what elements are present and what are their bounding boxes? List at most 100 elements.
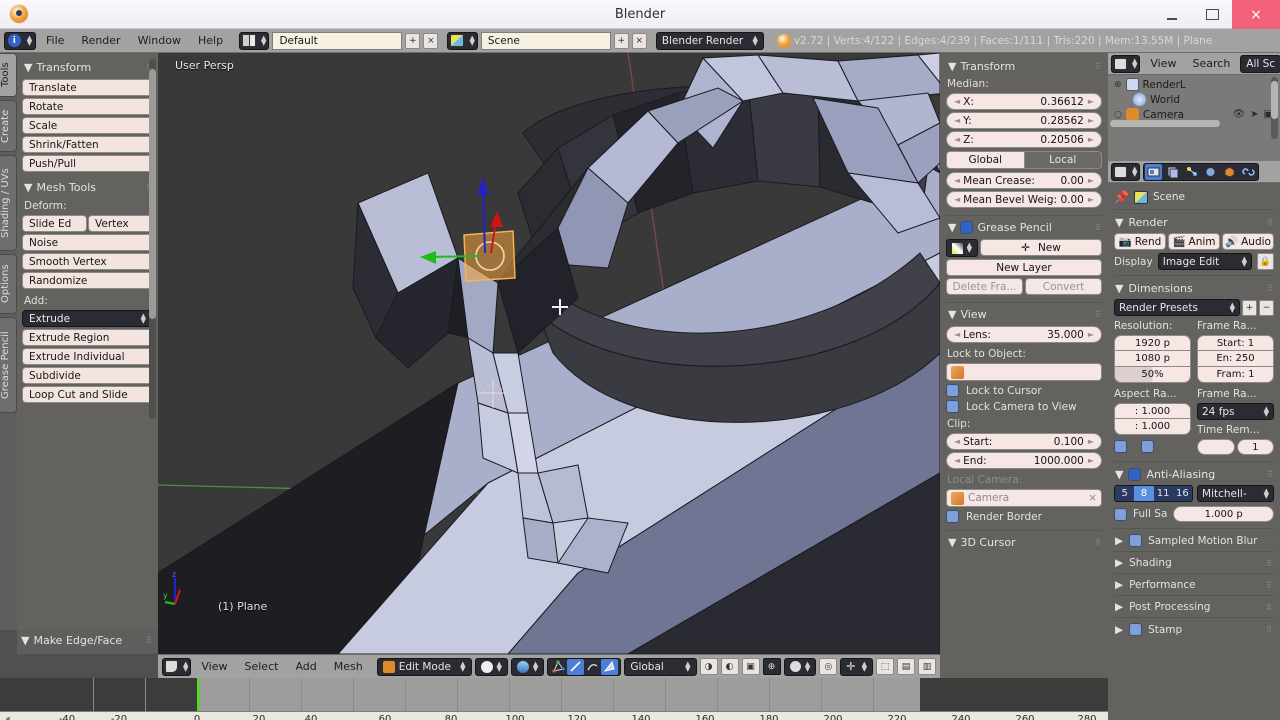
cursor-arrow-icon[interactable]: ➤ xyxy=(1250,109,1258,120)
dimensions-panel-header[interactable]: ▼ Dimensions ⠿ xyxy=(1115,282,1274,295)
lock-to-cursor-checkbox[interactable] xyxy=(946,384,959,397)
median-x-field[interactable]: ◄ X: 0.36612 ► xyxy=(946,93,1102,110)
shrink-fatten-button[interactable]: Shrink/Fatten xyxy=(22,136,153,153)
stamp-panel[interactable]: ▶ Stamp ⠿ xyxy=(1114,617,1274,640)
timeline-editor[interactable]: ◖ -40 -20 0 20 40 60 80 100 120 140 160 … xyxy=(0,678,1108,720)
scene-field[interactable]: Scene xyxy=(480,31,611,50)
outliner-display-mode[interactable]: All Sc xyxy=(1240,54,1280,73)
aa-sample-8[interactable]: 8 xyxy=(1134,486,1154,501)
view-panel-header[interactable]: ▼ View ⠿ xyxy=(948,308,1102,321)
timeline-strip[interactable] xyxy=(0,678,1108,711)
preset-add-button[interactable]: + xyxy=(1242,299,1257,316)
clip-end-field[interactable]: ◄ End: 1000.000 ► xyxy=(946,452,1102,469)
limit-selection-visible-icon[interactable]: ◑ xyxy=(699,658,718,675)
sidebar-item-create[interactable]: Create xyxy=(0,100,17,152)
object-tab-icon[interactable] xyxy=(1221,164,1238,180)
eye-icon[interactable]: 👁 xyxy=(1232,109,1245,120)
vertex-slide-button[interactable]: Vertex xyxy=(88,215,153,232)
transform-panel-header[interactable]: ▼ Transform ⠿ xyxy=(24,61,153,74)
screen-layout-icon[interactable]: ▲ ▼ xyxy=(239,31,270,50)
3d-viewport[interactable]: User Persp (1) Plane z y xyxy=(158,53,940,654)
scene-tab-icon[interactable] xyxy=(1183,164,1200,180)
timeline-handle-icon[interactable]: ◖ xyxy=(5,714,11,720)
shading-panel[interactable]: ▶ Shading ⠿ xyxy=(1114,551,1274,573)
render-presets-select[interactable]: Render Presets ▲ ▼ xyxy=(1114,299,1240,316)
screen-remove-button[interactable]: ⨯ xyxy=(423,32,439,49)
render-border-row[interactable]: Render Border xyxy=(946,510,1102,523)
transform-space-toggle[interactable]: Global Local xyxy=(946,151,1102,169)
aspect-x-field[interactable]: : 1.000 xyxy=(1114,403,1191,419)
grease-pencil-new-layer-button[interactable]: New Layer xyxy=(946,259,1102,276)
aa-filter-size-field[interactable]: 1.000 p xyxy=(1173,506,1274,522)
minimize-icon[interactable] xyxy=(1152,0,1192,29)
snap-magnet-icon[interactable]: ⊕ xyxy=(762,658,781,675)
sidebar-item-tools[interactable]: Tools xyxy=(0,53,17,97)
render-layers-tab-icon[interactable] xyxy=(1164,164,1181,180)
loop-cut-and-slide-button[interactable]: Loop Cut and Slide xyxy=(22,386,153,403)
viewport-menu-view[interactable]: View xyxy=(194,656,234,678)
mean-bevel-weight-field[interactable]: ◄ Mean Bevel Weig: 0.00 ► xyxy=(946,191,1102,208)
lock-to-cursor-row[interactable]: Lock to Cursor xyxy=(946,384,1102,397)
mean-crease-field[interactable]: ◄ Mean Crease: 0.00 ► xyxy=(946,172,1102,189)
sampled-motion-blur-checkbox[interactable] xyxy=(1129,534,1143,547)
select-mode-group[interactable] xyxy=(547,657,622,676)
lock-camera-to-view-row[interactable]: Lock Camera to View xyxy=(946,400,1102,413)
render-opengl-anim-icon[interactable]: ▥ xyxy=(917,658,936,675)
viewport-menu-mesh[interactable]: Mesh xyxy=(327,656,370,678)
rotate-button[interactable]: Rotate xyxy=(22,98,153,115)
slide-edge-button[interactable]: Slide Ed xyxy=(22,215,87,232)
resolution-y-field[interactable]: 1080 p xyxy=(1114,351,1191,367)
menu-render[interactable]: Render xyxy=(74,30,127,52)
outliner-scrollbar[interactable] xyxy=(1271,77,1278,139)
randomize-button[interactable]: Randomize xyxy=(22,272,153,289)
scene-add-button[interactable]: + xyxy=(613,32,629,49)
render-animation-button[interactable]: 🎬 Anim xyxy=(1168,233,1220,250)
resolution-percent-field[interactable]: 50% xyxy=(1114,367,1191,383)
preset-remove-button[interactable]: − xyxy=(1259,299,1274,316)
menu-file[interactable]: File xyxy=(39,30,71,52)
aa-sample-11[interactable]: 11 xyxy=(1153,486,1173,501)
render-tab-icon[interactable] xyxy=(1145,163,1163,180)
full-sample-checkbox[interactable] xyxy=(1114,507,1127,521)
push-pull-button[interactable]: Push/Pull xyxy=(22,155,153,172)
info-editor-icon[interactable]: i ▲ ▼ xyxy=(4,31,36,50)
aspect-y-field[interactable]: : 1.000 xyxy=(1114,419,1191,435)
menu-help[interactable]: Help xyxy=(191,30,230,52)
border-icon[interactable] xyxy=(1114,440,1127,453)
translate-button[interactable]: Translate xyxy=(22,79,153,96)
snap-element-icon[interactable]: ⬚ xyxy=(875,658,894,675)
display-mode-select[interactable]: Image Edit ▲ ▼ xyxy=(1157,253,1252,270)
time-remap-old-field[interactable] xyxy=(1197,439,1235,455)
occlude-geometry-icon[interactable]: ◐ xyxy=(720,658,739,675)
subdivide-button[interactable]: Subdivide xyxy=(22,367,153,384)
maximize-icon[interactable] xyxy=(1192,0,1232,29)
extrude-region-button[interactable]: Extrude Region xyxy=(22,329,153,346)
aa-samples-group[interactable]: 5 8 11 16 xyxy=(1114,485,1194,502)
hidden-wire-icon[interactable]: ▣ xyxy=(741,658,760,675)
solid-shading-icon[interactable]: ▲ ▼ xyxy=(474,657,508,676)
lock-interface-icon[interactable]: 🔒 xyxy=(1257,253,1274,270)
render-border-checkbox[interactable] xyxy=(946,510,959,523)
face-dot-select-icon[interactable] xyxy=(601,658,619,675)
render-panel-header[interactable]: ▼ Render ⠿ xyxy=(1115,216,1274,229)
extrude-dropdown[interactable]: Extrude ▲ ▼ xyxy=(22,310,153,327)
frame-step-field[interactable]: Fram: 1 xyxy=(1197,367,1274,383)
time-remap-new-field[interactable]: 1 xyxy=(1236,439,1274,455)
aa-filter-select[interactable]: Mitchell- ▲ ▼ xyxy=(1197,485,1274,502)
post-processing-panel[interactable]: ▶ Post Processing ⠿ xyxy=(1114,595,1274,617)
crop-icon[interactable] xyxy=(1141,440,1154,453)
clear-icon[interactable]: ⨯ xyxy=(1088,492,1097,504)
sidebar-item-grease-pencil[interactable]: Grease Pencil xyxy=(0,317,17,413)
timeline-ruler[interactable]: ◖ -40 -20 0 20 40 60 80 100 120 140 160 … xyxy=(0,711,1108,720)
render-image-button[interactable]: 📷 Rend xyxy=(1114,233,1166,250)
resolution-x-field[interactable]: 1920 p xyxy=(1114,335,1191,351)
pin-icon[interactable]: 📌 xyxy=(1114,190,1129,204)
aa-sample-5[interactable]: 5 xyxy=(1115,486,1135,501)
constraints-tab-icon[interactable] xyxy=(1240,164,1257,180)
noise-button[interactable]: Noise xyxy=(22,234,153,251)
scale-button[interactable]: Scale xyxy=(22,117,153,134)
stamp-checkbox[interactable] xyxy=(1129,623,1143,636)
render-engine-select[interactable]: Blender Render ▲ ▼ xyxy=(655,31,764,50)
anti-aliasing-panel-header[interactable]: ▼ Anti-Aliasing ⠿ xyxy=(1115,468,1274,481)
sidebar-item-options[interactable]: Options xyxy=(0,254,17,314)
